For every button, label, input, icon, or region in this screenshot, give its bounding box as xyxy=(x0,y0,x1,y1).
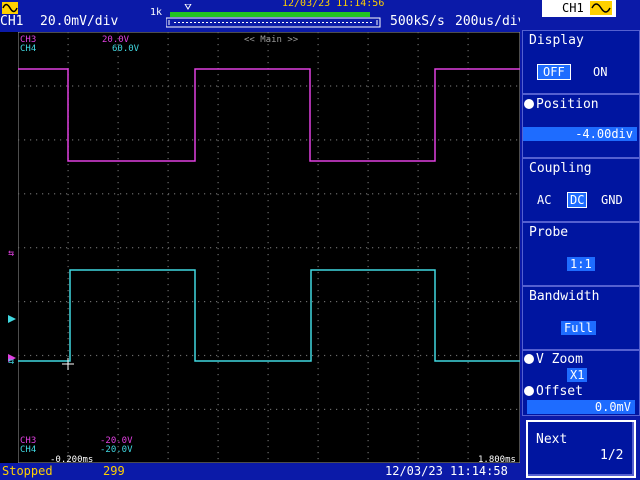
bandwidth-label: Bandwidth xyxy=(529,289,600,304)
probe-label: Probe xyxy=(529,225,569,240)
waveform-display[interactable]: CH3 CH4 20.0V 60.0V << Main >> CH3 CH4 -… xyxy=(18,32,520,463)
probe-value[interactable]: 1:1 xyxy=(567,257,595,271)
channel-label: CH1 xyxy=(0,14,24,29)
position-menu[interactable]: Position -4.00div xyxy=(522,94,640,158)
coupling-label: Coupling xyxy=(529,161,592,176)
panel-channel: CH1 xyxy=(562,1,584,15)
knob-icon xyxy=(524,99,534,109)
offset-label: Offset xyxy=(524,384,583,399)
vzoom-value[interactable]: X1 xyxy=(567,368,588,382)
page-indicator: 1/2 xyxy=(600,448,624,463)
ch4-scale-top: 60.0V xyxy=(112,44,140,54)
display-label: Display xyxy=(529,33,584,48)
sine-wave-icon xyxy=(2,2,18,14)
next-page-button[interactable]: Next 1/2 xyxy=(526,420,636,478)
knob-icon xyxy=(524,386,534,396)
position-label: Position xyxy=(524,97,599,112)
next-label: Next xyxy=(536,432,568,447)
panel-header: CH1 xyxy=(542,0,616,17)
vzoom-offset-menu[interactable]: V Zoom X1 Offset 0.0mV xyxy=(522,350,640,416)
display-on-option[interactable]: ON xyxy=(593,65,607,79)
bandwidth-value[interactable]: Full xyxy=(561,321,596,335)
display-menu[interactable]: Display OFF ON xyxy=(522,30,640,94)
memory-position-bar xyxy=(166,4,381,28)
acquisition-status: Stopped xyxy=(2,464,53,478)
bottom-status-bar: Stopped 299 12/03/23 11:14:58 xyxy=(0,463,520,480)
volts-per-div: 20.0mV/div xyxy=(40,14,119,29)
vzoom-label: V Zoom xyxy=(524,352,583,367)
time-per-div: 200us/div xyxy=(455,14,526,29)
sine-wave-icon xyxy=(590,1,612,15)
bandwidth-menu[interactable]: Bandwidth Full xyxy=(522,286,640,350)
ch4-level-marker xyxy=(8,315,16,323)
time-left: -0.200ms xyxy=(50,455,93,463)
probe-menu[interactable]: Probe 1:1 xyxy=(522,222,640,286)
channel-menu-panel: CH1 Display OFF ON Position -4.00div Cou… xyxy=(520,0,640,480)
sample-rate: 500kS/s xyxy=(390,14,445,29)
offset-value[interactable]: 0.0mV xyxy=(527,400,635,414)
bottom-datetime: 12/03/23 11:14:58 xyxy=(385,464,508,478)
svg-text:⇆: ⇆ xyxy=(8,248,14,259)
time-right: 1.800ms xyxy=(478,455,516,463)
acquisition-count: 299 xyxy=(103,464,125,478)
knob-icon xyxy=(524,354,534,364)
ch4-bottom-label: CH4 xyxy=(20,445,36,455)
top-status-bar: CH1 20.0mV/div 1k 12/03/23 11:14:56 500k… xyxy=(0,0,525,32)
position-value[interactable]: -4.00div xyxy=(523,127,637,141)
ch4-offset: -20.0V xyxy=(100,445,133,455)
main-timebase-label: << Main >> xyxy=(244,35,299,45)
coupling-gnd-option[interactable]: GND xyxy=(601,193,623,207)
ch4-top-label: CH4 xyxy=(20,44,36,54)
svg-text:⇆: ⇆ xyxy=(8,356,14,367)
coupling-dc-option[interactable]: DC xyxy=(567,192,588,208)
memory-depth: 1k xyxy=(150,7,163,18)
channel-markers: ⇆ ⇆ xyxy=(8,248,16,367)
coupling-menu[interactable]: Coupling AC DC GND xyxy=(522,158,640,222)
coupling-ac-option[interactable]: AC xyxy=(537,193,551,207)
display-off-option[interactable]: OFF xyxy=(537,64,571,80)
